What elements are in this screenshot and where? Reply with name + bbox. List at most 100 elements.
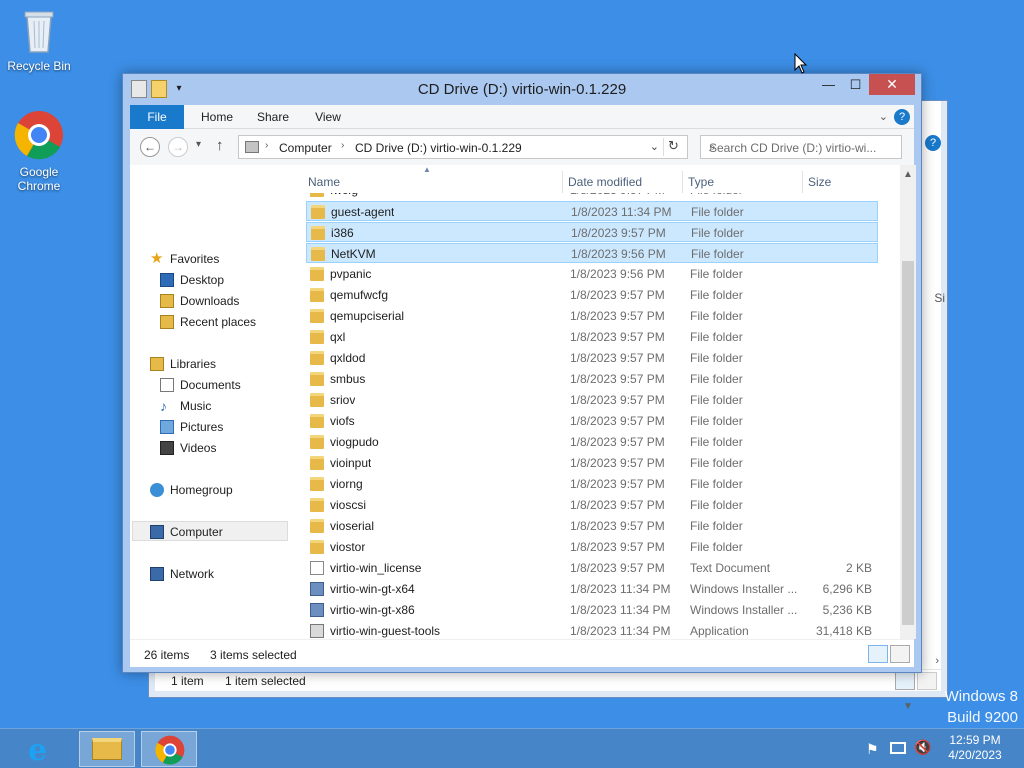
help-icon[interactable]: ? [894, 109, 910, 125]
file-row[interactable]: qemupciserial 1/8/2023 9:57 PM File folder [306, 306, 878, 326]
taskbar-ie-button[interactable]: e [18, 731, 74, 768]
status-bar: 26 items 3 items selected [130, 639, 914, 667]
file-row[interactable]: pvpanic 1/8/2023 9:56 PM File folder [306, 264, 878, 284]
chrome-icon [0, 110, 78, 163]
tab-share[interactable]: Share [250, 105, 296, 129]
taskbar-file-explorer-button[interactable] [79, 731, 135, 767]
file-row[interactable]: virtio-win-gt-x86 1/8/2023 11:34 PM Window… [306, 600, 878, 620]
column-header-name[interactable]: Name [308, 171, 558, 193]
file-row[interactable]: qxl 1/8/2023 9:57 PM File folder [306, 327, 878, 347]
file-name: viogpudo [330, 435, 379, 449]
scrollbar-thumb[interactable] [902, 261, 914, 625]
file-date-modified: 1/8/2023 9:57 PM [570, 456, 665, 470]
recent-places-icon [160, 315, 174, 329]
forward-button[interactable]: → [168, 137, 188, 157]
search-input[interactable]: Search CD Drive (D:) virtio-wi... ⌕ [700, 135, 902, 159]
status-selected-count: 3 items selected [210, 648, 297, 662]
up-button[interactable]: ↑ [216, 137, 224, 154]
volume-muted-icon[interactable]: 🔇 [914, 739, 931, 756]
column-header-date[interactable]: Date modified [568, 171, 678, 193]
minimize-button[interactable]: — [815, 74, 842, 95]
address-dropdown-icon[interactable]: ⌄ [650, 140, 659, 153]
music-icon: ♪ [160, 398, 167, 414]
file-row[interactable]: viostor 1/8/2023 9:57 PM File folder [306, 537, 878, 557]
computer-icon [150, 525, 164, 539]
folder-icon [310, 351, 324, 365]
scroll-up-arrow[interactable]: ▲ [900, 167, 916, 183]
file-name: qemufwcfg [330, 288, 389, 302]
file-row[interactable]: smbus 1/8/2023 9:57 PM File folder [306, 369, 878, 389]
folder-icon [311, 247, 325, 261]
large-icons-view-button[interactable] [890, 645, 910, 663]
expand-ribbon-icon[interactable]: ⌄ [879, 110, 888, 123]
title-bar[interactable]: ▾ CD Drive (D:) virtio-win-0.1.229 — ☐ ✕ [123, 74, 921, 104]
file-explorer-icon [92, 738, 122, 760]
file-row[interactable]: qxldod 1/8/2023 9:57 PM File folder [306, 348, 878, 368]
navigation-pane: ★ Favorites Desktop Downloads Recent pla… [130, 165, 292, 639]
file-row[interactable]: virtio-win_license 1/8/2023 9:57 PM Text D… [306, 558, 878, 578]
file-row[interactable]: viogpudo 1/8/2023 9:57 PM File folder [306, 432, 878, 452]
breadcrumb-drive[interactable]: CD Drive (D:) virtio-win-0.1.229 [355, 141, 522, 155]
column-header-type[interactable]: Type [688, 171, 798, 193]
homegroup-icon [150, 483, 164, 497]
file-row[interactable]: sriov 1/8/2023 9:57 PM File folder [306, 390, 878, 410]
close-button[interactable]: ✕ [869, 74, 915, 95]
taskbar-clock[interactable]: 12:59 PM 4/20/2023 [940, 733, 1010, 763]
file-size: 31,418 KB [815, 624, 872, 638]
background-scroll-right-arrow[interactable]: › [935, 655, 939, 667]
column-separator [562, 171, 563, 193]
downloads-icon [160, 294, 174, 308]
file-row[interactable]: vioscsi 1/8/2023 9:57 PM File folder [306, 495, 878, 515]
explorer-window[interactable]: ▾ CD Drive (D:) virtio-win-0.1.229 — ☐ ✕… [122, 73, 922, 712]
drive-icon [245, 141, 259, 153]
file-date-modified: 1/8/2023 11:34 PM [570, 603, 671, 617]
action-center-flag-icon[interactable]: ⚑ [866, 741, 879, 758]
background-details-view-button[interactable] [895, 672, 915, 690]
taskbar-chrome-button[interactable] [141, 731, 197, 767]
file-row[interactable]: virtio-win-gt-x64 1/8/2023 11:34 PM Window… [306, 579, 878, 599]
details-view-button[interactable] [868, 645, 888, 663]
file-row[interactable]: fwcfg 1/8/2023 9:57 PM File folder [306, 193, 878, 200]
file-row[interactable]: i386 1/8/2023 9:57 PM File folder [306, 222, 878, 242]
file-date-modified: 1/8/2023 9:57 PM [570, 193, 665, 200]
desktop-icon-chrome[interactable]: Google Chrome [0, 110, 78, 193]
back-button[interactable]: ← [140, 137, 160, 157]
column-header-size[interactable]: Size [808, 171, 868, 193]
folder-icon [310, 330, 324, 344]
file-name: fwcfg [330, 193, 358, 200]
file-row[interactable]: viofs 1/8/2023 9:57 PM File folder [306, 411, 878, 431]
scroll-down-arrow[interactable]: ▼ [900, 699, 916, 715]
tab-file[interactable]: File [130, 105, 184, 129]
file-row[interactable]: qemufwcfg 1/8/2023 9:57 PM File folder [306, 285, 878, 305]
network-tray-icon[interactable] [890, 742, 906, 754]
file-row[interactable]: virtio-win-guest-tools 1/8/2023 11:34 PM A… [306, 621, 878, 639]
address-bar[interactable]: › Computer › CD Drive (D:) virtio-win-0.… [238, 135, 688, 159]
file-row[interactable]: guest-agent 1/8/2023 11:34 PM File folder [306, 201, 878, 221]
desktop-icon-recycle-bin[interactable]: Recycle Bin [0, 6, 78, 73]
tab-view[interactable]: View [306, 105, 350, 129]
vertical-scrollbar[interactable]: ▲ ▼ [900, 165, 916, 712]
folder-icon [310, 414, 324, 428]
refresh-icon[interactable]: ↻ [663, 138, 683, 156]
file-row[interactable]: vioinput 1/8/2023 9:57 PM File folder [306, 453, 878, 473]
file-type: File folder [690, 288, 743, 302]
maximize-button[interactable]: ☐ [842, 74, 869, 95]
file-row[interactable]: viorng 1/8/2023 9:57 PM File folder [306, 474, 878, 494]
file-name: qemupciserial [330, 309, 405, 323]
breadcrumb-computer[interactable]: Computer [279, 141, 332, 155]
background-large-icons-view-button[interactable] [917, 672, 937, 690]
folder-icon [311, 205, 325, 219]
file-type: File folder [690, 519, 743, 533]
file-row[interactable]: NetKVM 1/8/2023 9:56 PM File folder [306, 243, 878, 263]
file-date-modified: 1/8/2023 9:57 PM [570, 498, 665, 512]
file-type: Windows Installer ... [690, 582, 798, 596]
folder-icon [310, 498, 324, 512]
background-help-icon[interactable]: ? [925, 135, 941, 151]
tab-home[interactable]: Home [192, 105, 242, 129]
desktop-icon-label-line1: Google [19, 165, 59, 179]
file-row[interactable]: vioserial 1/8/2023 9:57 PM File folder [306, 516, 878, 536]
status-item-count: 26 items [144, 648, 190, 662]
recycle-bin-icon [0, 6, 78, 57]
file-type: Windows Installer ... [690, 603, 798, 617]
recent-locations-icon[interactable]: ▾ [196, 139, 201, 150]
